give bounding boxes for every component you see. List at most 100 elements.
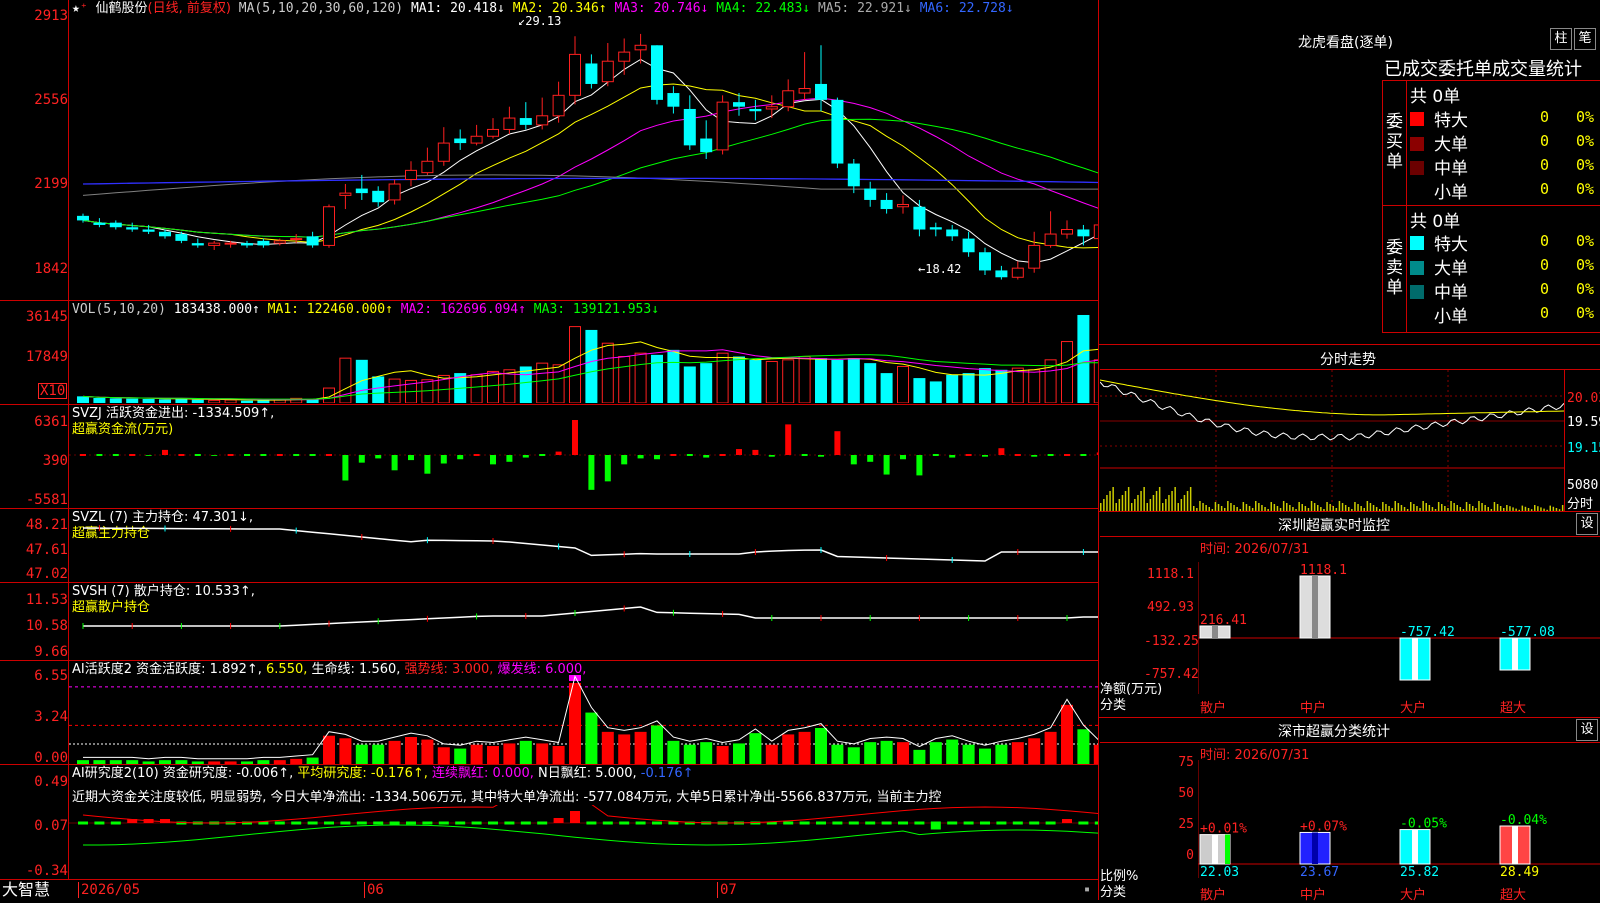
intraday-vol-bar: [1410, 502, 1412, 511]
intraday-vol-bar: [1496, 504, 1499, 511]
ai2-bar-up: [1061, 704, 1073, 764]
sell-total: 共 0单: [1410, 212, 1461, 232]
air-bar-green: [635, 821, 646, 825]
buy-total: 共 0单: [1410, 87, 1461, 107]
intraday-vol-bar: [1124, 491, 1127, 511]
candle-up: [1011, 267, 1024, 278]
vol-bar-down: [191, 399, 204, 403]
vol-bar-up: [224, 399, 237, 403]
air-bar-green: [914, 821, 925, 825]
price-chart[interactable]: [69, 18, 1098, 300]
intraday-vol-bar: [1103, 499, 1105, 511]
svzj-bar-in: [834, 431, 841, 455]
vol-bar-up: [618, 356, 631, 403]
svsh-chart[interactable]: [69, 596, 1098, 660]
candle-up: [487, 128, 499, 137]
price-label-2: 2556: [34, 92, 68, 108]
svzj-bar-flat: [965, 454, 972, 456]
flag-icon[interactable]: ⁺: [80, 1, 88, 16]
ai2-bar-down: [126, 760, 139, 764]
brand-logo[interactable]: 大智慧: [2, 880, 50, 900]
svzj-chart[interactable]: [69, 420, 1098, 508]
intraday-panel[interactable]: 分时走势 20.03 19.59 19.15 5080 分时: [1100, 345, 1600, 512]
ai-research-chart[interactable]: [69, 805, 1098, 879]
szs-bar-accent: [1225, 834, 1230, 864]
buy-row-l-name: 大单: [1434, 135, 1468, 155]
sz-stats-panel: 深市超赢分类统计 设 时间: 2026/07/31 75 50 25 0 比例%…: [1100, 718, 1600, 903]
stock-name[interactable]: 仙鹤股份: [95, 1, 147, 16]
buy-row-s: 小单: [1434, 178, 1468, 203]
vol-unit: X10: [38, 383, 68, 399]
svsh-label-2: 10.58: [25, 618, 68, 634]
candle-down: [126, 227, 139, 230]
candle-up: [569, 53, 581, 96]
ai-research-label-1: 0.49: [34, 774, 68, 790]
sell-row-l-pct: 0%: [1576, 256, 1595, 274]
intraday-vol-bar: [1177, 503, 1179, 511]
intraday-vol-bar: [1106, 495, 1108, 511]
ai2-chart[interactable]: [69, 674, 1098, 764]
candle-up: [208, 242, 221, 246]
svzj-bar-flat: [1080, 454, 1087, 456]
stats-y-4: 0: [1186, 848, 1194, 863]
szs-value-1: 23.67: [1300, 865, 1339, 878]
svzl-chart[interactable]: [69, 520, 1098, 582]
svzj-bar-out: [654, 455, 660, 460]
sz-stats-settings-button[interactable]: 设: [1576, 719, 1598, 741]
air-bar-green: [602, 821, 613, 825]
buy-row-l: 大单: [1434, 130, 1468, 155]
air-bar-green: [488, 821, 498, 825]
intraday-vol-bar: [1165, 499, 1167, 511]
sz-monitor-settings-button[interactable]: 设: [1576, 513, 1598, 535]
candle-up: [470, 135, 483, 144]
ai2-bar-down: [683, 744, 696, 764]
lock-icon[interactable]: ▪: [1084, 884, 1090, 895]
sz-monitor-panel: 深圳超赢实时监控 设 时间: 2026/07/31 1118.1 492.93 …: [1100, 512, 1600, 717]
air-red-line: [82, 805, 1098, 824]
ma3-value: MA3: 20.746↓: [614, 1, 709, 16]
intraday-vol-bar: [1127, 487, 1130, 511]
svzj-bar-out: [440, 455, 447, 464]
sell-row-xl-pct: 0%: [1576, 232, 1595, 250]
intraday-vol-bar: [1112, 487, 1114, 511]
ai2-bar-down: [191, 761, 204, 764]
star-icon[interactable]: ★: [72, 1, 80, 16]
svzj-bar-flat: [178, 454, 185, 456]
ai-research-avg: 平均研究度: -0.176↑,: [297, 766, 428, 781]
intraday-vol-bar: [1441, 504, 1443, 511]
candle-down: [651, 45, 663, 100]
tick-mode-button[interactable]: 笔: [1574, 28, 1596, 50]
ai2-bar-up: [470, 744, 483, 764]
intraday-vol-bar: [1158, 487, 1161, 511]
svzj-bar-in: [555, 451, 562, 455]
svzj-bar-out: [1031, 455, 1038, 457]
period-label: (日线, 前复权): [147, 1, 231, 16]
volume-chart[interactable]: [69, 310, 1098, 403]
candle-down: [372, 190, 385, 203]
vol-bar-down: [995, 369, 1008, 403]
sell-row-m-val: 0: [1540, 280, 1550, 298]
intraday-chart[interactable]: [1100, 370, 1564, 511]
ai2-bar-down: [929, 742, 942, 764]
air-bar-green: [1078, 821, 1089, 825]
candle-down: [733, 102, 745, 107]
szm-value-3: -577.08: [1500, 625, 1555, 640]
ai2-bar-up: [765, 744, 778, 764]
candle-down: [1077, 229, 1090, 237]
szs-value-0: 22.03: [1200, 865, 1239, 878]
candle-down: [585, 63, 598, 84]
svzj-bar-in: [572, 420, 578, 455]
svzj-bar-flat: [801, 454, 808, 456]
svzj-bar-flat: [80, 454, 86, 456]
vol-bar-down: [667, 349, 680, 403]
intraday-vol-bar: [1453, 503, 1455, 511]
bar-mode-button[interactable]: 柱: [1550, 28, 1572, 50]
sell-row-s-pct: 0%: [1576, 304, 1595, 322]
intraday-vol-bar: [1146, 503, 1148, 511]
vol-bar-down: [651, 354, 663, 403]
kline-chart-area[interactable]: ★⁺ 仙鹤股份(日线, 前复权) MA(5,10,20,30,60,120) M…: [0, 0, 1099, 900]
dragon-title: 龙虎看盘(逐单): [1298, 35, 1393, 51]
intraday-vol-bar: [1115, 503, 1117, 511]
ai-research-header: AI研究度2(10) 资金研究度: -0.006↑, 平均研究度: -0.176…: [72, 766, 694, 782]
svzj-bar-out: [342, 455, 349, 481]
